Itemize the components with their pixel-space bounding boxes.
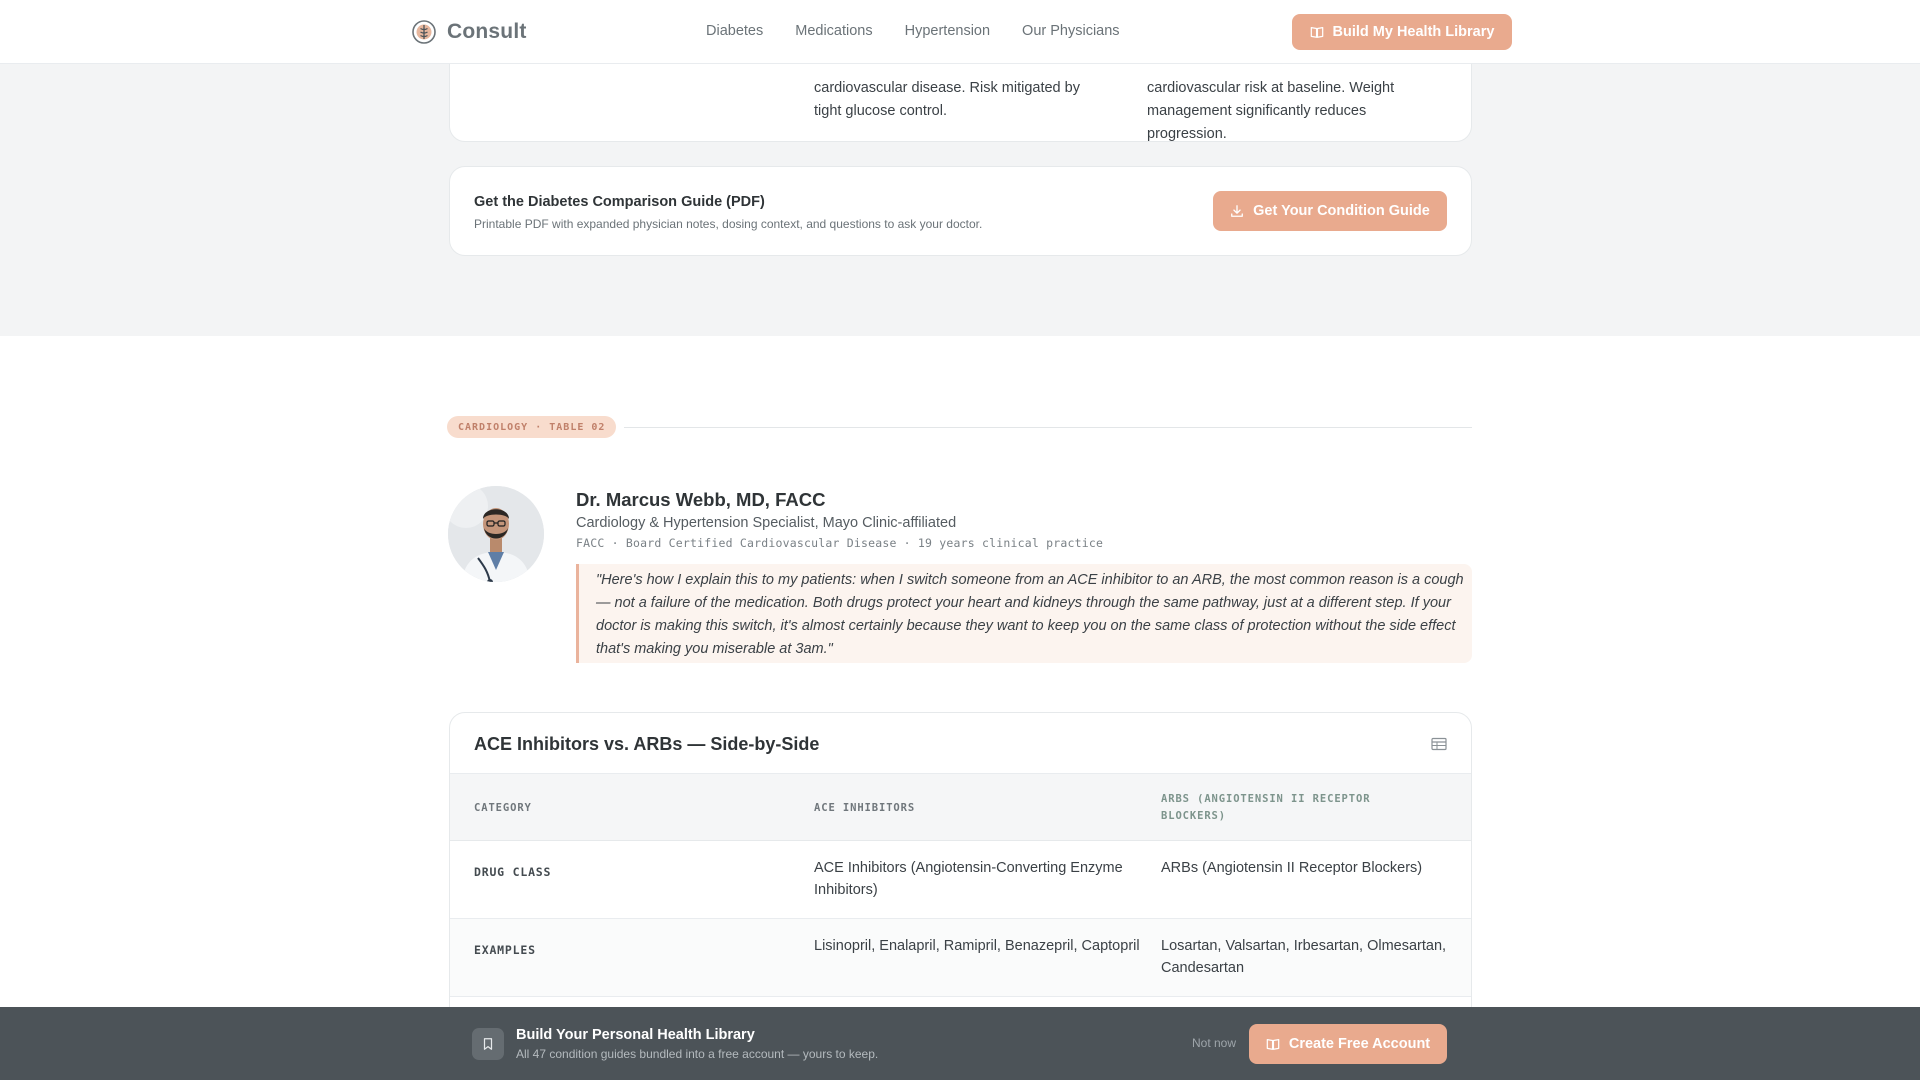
nav-link-hypertension[interactable]: Hypertension bbox=[905, 23, 990, 39]
guide-subtitle: Printable PDF with expanded physician no… bbox=[474, 217, 983, 231]
table-header-row: CATEGORY ACE INHIBITORS ARBS (ANGIOTENSI… bbox=[450, 773, 1471, 841]
get-condition-guide-button[interactable]: Get Your Condition Guide bbox=[1213, 191, 1447, 231]
row-arb-value: ARBs (Angiotensin II Receptor Blockers) bbox=[1161, 860, 1423, 876]
table-header-arbs: ARBS (ANGIOTENSIN II RECEPTOR BLOCKERS) bbox=[1161, 793, 1371, 822]
guide-title: Get the Diabetes Comparison Guide (PDF) bbox=[474, 194, 765, 210]
table-header-ace-inhibitors: ACE INHIBITORS bbox=[814, 802, 916, 814]
not-now-link[interactable]: Not now bbox=[1192, 1036, 1236, 1050]
brand-name: Consult bbox=[447, 20, 527, 43]
nav-link-our-physicians[interactable]: Our Physicians bbox=[1022, 23, 1120, 39]
physician-avatar bbox=[448, 486, 544, 582]
download-icon bbox=[1231, 205, 1244, 217]
caduceus-logo-icon bbox=[412, 20, 436, 44]
physician-quote: "Here's how I explain this to my patient… bbox=[576, 564, 1472, 663]
open-book-icon bbox=[1266, 1039, 1280, 1050]
previous-table-cell: cardiovascular disease. Risk mitigated b… bbox=[814, 80, 1080, 119]
nav-link-diabetes[interactable]: Diabetes bbox=[706, 23, 763, 39]
physician-photo bbox=[448, 486, 544, 582]
top-navigation: Consult Diabetes Medications Hypertensio… bbox=[0, 0, 1920, 64]
row-category: EXAMPLES bbox=[474, 943, 536, 957]
row-category: DRUG CLASS bbox=[474, 865, 552, 879]
physician-name: Dr. Marcus Webb, MD, FACC bbox=[576, 489, 826, 510]
build-library-button[interactable]: Build My Health Library bbox=[1292, 14, 1512, 50]
previous-table-cell: cardiovascular risk at baseline. Weight … bbox=[1147, 80, 1395, 142]
create-free-account-label: Create Free Account bbox=[1288, 1036, 1431, 1052]
get-condition-guide-label: Get Your Condition Guide bbox=[1253, 203, 1430, 219]
row-arb-value: Losartan, Valsartan, Irbesartan, Olmesar… bbox=[1161, 938, 1447, 976]
signup-banner: Build Your Personal Health Library All 4… bbox=[0, 1007, 1920, 1080]
diabetes-section-end: cardiovascular disease. Risk mitigated b… bbox=[0, 44, 1920, 336]
physician-title: Cardiology & Hypertension Specialist, Ma… bbox=[576, 515, 957, 531]
create-free-account-button[interactable]: Create Free Account bbox=[1249, 1024, 1447, 1064]
nav-link-medications[interactable]: Medications bbox=[795, 23, 872, 39]
build-library-label: Build My Health Library bbox=[1332, 24, 1495, 40]
table-icon[interactable] bbox=[1431, 736, 1447, 752]
banner-title: Build Your Personal Health Library bbox=[516, 1027, 755, 1043]
brand-logo[interactable]: Consult bbox=[412, 20, 527, 44]
row-ace-value: Lisinopril, Enalapril, Ramipril, Benazep… bbox=[814, 938, 1140, 954]
table-header-category: CATEGORY bbox=[474, 802, 532, 814]
table-row: DRUG CLASS ACE Inhibitors (Angiotensin-C… bbox=[450, 841, 1471, 919]
banner-subtitle: All 47 condition guides bundled into a f… bbox=[516, 1047, 879, 1061]
nav-links: Diabetes Medications Hypertension Our Ph… bbox=[706, 23, 1120, 39]
table-title: ACE Inhibitors vs. ARBs — Side-by-Side bbox=[474, 734, 820, 754]
row-ace-value: ACE Inhibitors (Angiotensin-Converting E… bbox=[814, 860, 1123, 898]
section-tag: CARDIOLOGY · TABLE 02 bbox=[447, 416, 617, 438]
bookmark-icon bbox=[472, 1028, 504, 1060]
table-row: EXAMPLES Lisinopril, Enalapril, Ramipril… bbox=[450, 919, 1471, 997]
section-divider bbox=[624, 427, 1472, 428]
guide-download-card: Get the Diabetes Comparison Guide (PDF) … bbox=[449, 166, 1472, 256]
physician-credentials: FACC · Board Certified Cardiovascular Di… bbox=[576, 536, 1104, 550]
open-book-icon bbox=[1310, 27, 1323, 38]
